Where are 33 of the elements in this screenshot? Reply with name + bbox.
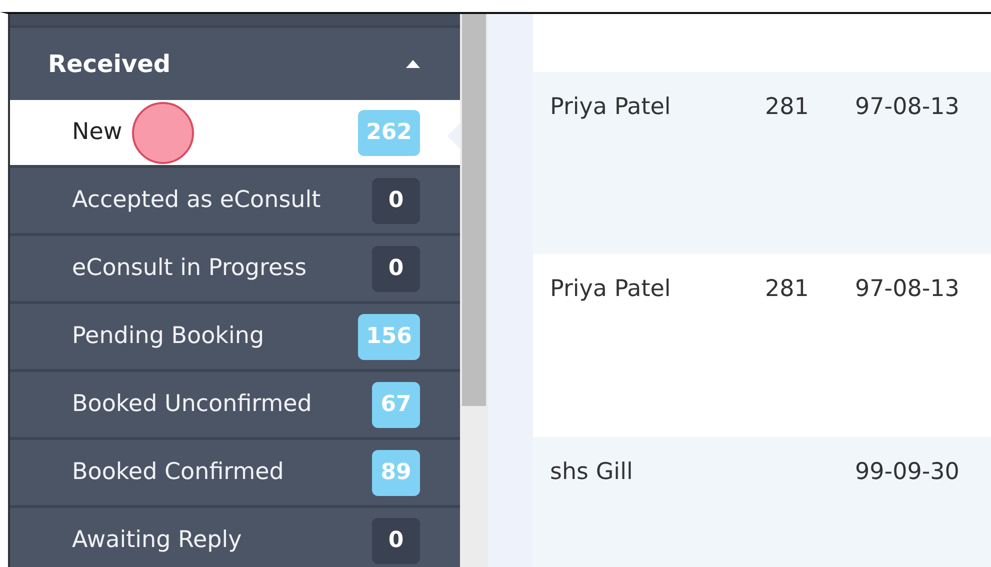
item-label: New bbox=[72, 118, 122, 148]
item-label: Booked Unconfirmed bbox=[72, 390, 312, 420]
item-label: Pending Booking bbox=[72, 322, 264, 352]
sidebar-item[interactable]: Pending Booking 156 bbox=[10, 304, 460, 372]
item-label: Accepted as eConsult bbox=[72, 186, 321, 216]
table-cell: 97-08-13 bbox=[855, 94, 960, 120]
count-badge: 67 bbox=[372, 382, 420, 428]
section-header[interactable]: Received bbox=[10, 28, 460, 100]
sidebar-item[interactable]: Accepted as eConsult 0 bbox=[10, 168, 460, 236]
sidebar-item[interactable]: Awaiting Reply 0 bbox=[10, 508, 460, 567]
table-cell: Priya Patel bbox=[550, 94, 671, 120]
item-label: Awaiting Reply bbox=[72, 526, 242, 556]
table-cell: 99-09-30 bbox=[855, 459, 960, 485]
table-cell: 281 bbox=[765, 276, 809, 302]
count-badge: 0 bbox=[372, 178, 420, 224]
count-badge: 156 bbox=[358, 314, 420, 360]
item-label: eConsult in Progress bbox=[72, 254, 307, 284]
count-badge: 89 bbox=[372, 450, 420, 496]
sidebar-item[interactable]: Booked Confirmed 89 bbox=[10, 440, 460, 508]
count-badge: 0 bbox=[372, 518, 420, 564]
sidebar-item[interactable]: eConsult in Progress 0 bbox=[10, 236, 460, 304]
scrollbar-thumb[interactable] bbox=[462, 14, 486, 406]
item-label: Booked Confirmed bbox=[72, 458, 284, 488]
table-cell: 281 bbox=[765, 94, 809, 120]
sidebar-item[interactable]: New 262 bbox=[10, 100, 460, 168]
count-badge: 0 bbox=[372, 246, 420, 292]
table-row[interactable]: shs Gill 99-09-30 bbox=[533, 437, 991, 567]
table-row[interactable]: Priya Patel 281 97-08-13 bbox=[533, 72, 991, 254]
table-cell: Priya Patel bbox=[550, 276, 671, 302]
count-badge: 262 bbox=[358, 110, 420, 156]
sidebar-item[interactable]: Booked Unconfirmed 67 bbox=[10, 372, 460, 440]
table-cell: shs Gill bbox=[550, 459, 633, 485]
table-cell: 97-08-13 bbox=[855, 276, 960, 302]
